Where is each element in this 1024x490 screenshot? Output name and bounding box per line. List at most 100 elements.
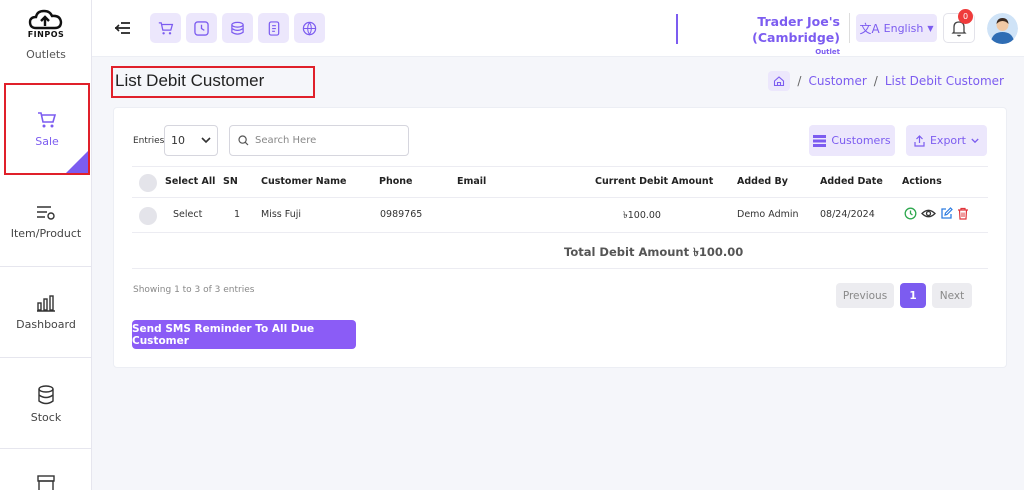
language-select[interactable]: 文A English ▼ [856, 14, 937, 42]
cell-customer-name: Miss Fuji [261, 209, 301, 220]
history-clock-icon[interactable] [904, 207, 917, 220]
col-added-date: Added Date [820, 176, 883, 187]
debit-customer-card: Entries 10 Customers Export Select All S… [113, 107, 1007, 368]
notification-badge: 0 [958, 9, 973, 24]
send-sms-reminder-button[interactable]: Send SMS Reminder To All Due Customer [132, 320, 356, 349]
cell-added-date: 08/24/2024 [820, 209, 875, 220]
col-customer-name: Customer Name [261, 176, 347, 187]
app-logo[interactable]: FINPOS [22, 8, 70, 46]
col-email: Email [457, 176, 487, 187]
home-icon [774, 76, 785, 87]
col-sn: SN [223, 176, 238, 187]
row-select-label: Select [173, 209, 203, 220]
search-box[interactable] [229, 125, 409, 156]
breadcrumb-home[interactable] [768, 71, 791, 91]
table-divider [132, 166, 988, 167]
receipt-icon [268, 20, 279, 36]
store-selector[interactable]: Trader Joe's (Cambridge) Outlet [676, 14, 842, 56]
table-divider [132, 232, 988, 233]
quick-clock-button[interactable] [186, 13, 217, 43]
filter-list-icon [37, 206, 55, 220]
chevron-down-icon [971, 138, 979, 143]
select-all-checkbox[interactable] [139, 174, 157, 192]
view-eye-icon[interactable] [921, 207, 936, 220]
col-select-all: Select All [165, 176, 216, 187]
row-actions [904, 207, 969, 220]
sidebar-item-item-product[interactable]: Item/Product [0, 176, 91, 267]
row-select-checkbox[interactable] [139, 207, 157, 225]
breadcrumb-customer[interactable]: Customer [808, 74, 866, 88]
customers-button[interactable]: Customers [809, 125, 895, 156]
coins-icon [231, 21, 244, 35]
customers-label: Customers [831, 134, 891, 147]
quick-cart-button[interactable] [150, 13, 181, 43]
quick-coins-button[interactable] [222, 13, 253, 43]
breadcrumb: / Customer / List Debit Customer [768, 70, 1004, 92]
cart-icon [158, 21, 173, 34]
sidebar-item-label: Stock [30, 411, 62, 424]
export-label: Export [929, 134, 966, 147]
list-icon [813, 134, 827, 147]
avatar-image [987, 13, 1018, 44]
translate-icon: 文A [859, 21, 880, 36]
quick-receipt-button[interactable] [258, 13, 289, 43]
header-divider [849, 13, 850, 43]
sidebar-item-sale[interactable]: Sale [4, 83, 90, 175]
bar-chart-icon [37, 295, 55, 312]
store-type: Outlet [815, 48, 840, 56]
chevron-down-icon [201, 137, 211, 144]
sidebar-item-dashboard[interactable]: Dashboard [0, 267, 91, 358]
database-icon [38, 385, 54, 405]
sidebar-item-outlets-label[interactable]: Outlets [0, 48, 91, 61]
top-header: Trader Joe's (Cambridge) Outlet 文A Engli… [92, 0, 1024, 57]
pagination-next-button[interactable]: Next [932, 283, 972, 308]
col-current-debit: Current Debit Amount [595, 176, 714, 187]
entries-select[interactable]: 10 [164, 125, 218, 156]
sidebar-item-stock[interactable]: Stock [0, 358, 91, 449]
cell-current-debit: ৳100.00 [623, 210, 661, 221]
cell-phone: 0989765 [380, 209, 423, 220]
sidebar: FINPOS Outlets Sale Item/Product Dashboa… [0, 0, 92, 490]
sidebar-item-label: Dashboard [16, 318, 76, 331]
search-input[interactable] [255, 135, 395, 146]
sidebar-item-label: Sale [35, 135, 59, 148]
search-icon [238, 135, 249, 146]
breadcrumb-separator: / [797, 74, 802, 88]
globe-icon [302, 21, 317, 36]
user-avatar[interactable] [987, 13, 1018, 44]
page-title: List Debit Customer [111, 66, 315, 98]
edit-icon[interactable] [940, 207, 953, 220]
cloud-logo-icon [28, 9, 63, 30]
active-corner [66, 151, 88, 173]
col-phone: Phone [379, 176, 413, 187]
sidebar-toggle-button[interactable] [114, 19, 132, 37]
clock-icon [194, 20, 209, 36]
pagination-previous-button[interactable]: Previous [836, 283, 894, 308]
breadcrumb-separator: / [873, 74, 878, 88]
cell-sn: 1 [234, 209, 241, 220]
language-label: English [883, 21, 924, 35]
sidebar-item-label: Item/Product [10, 227, 82, 240]
table-divider [132, 197, 988, 198]
breadcrumb-current: List Debit Customer [884, 74, 1004, 88]
entries-label: Entries [133, 136, 165, 146]
table-divider [132, 268, 988, 269]
showing-entries-text: Showing 1 to 3 of 3 entries [133, 285, 255, 295]
col-added-by: Added By [737, 176, 788, 187]
logo-text: FINPOS [27, 30, 65, 39]
cart-icon [38, 112, 57, 128]
upload-icon [914, 134, 925, 147]
entries-value: 10 [171, 134, 185, 147]
pagination-page-1[interactable]: 1 [900, 283, 926, 308]
sidebar-item-next[interactable] [0, 449, 91, 490]
delete-trash-icon[interactable] [957, 207, 969, 220]
menu-collapse-icon [114, 22, 130, 34]
archive-icon [37, 475, 55, 490]
store-name: Trader Joe's (Cambridge) [752, 14, 840, 45]
caret-down-icon: ▼ [927, 23, 934, 33]
quick-globe-button[interactable] [294, 13, 325, 43]
export-button[interactable]: Export [906, 125, 987, 156]
col-actions: Actions [902, 176, 942, 187]
cell-added-by: Demo Admin [737, 209, 799, 220]
total-debit-amount: Total Debit Amount ৳100.00 [564, 245, 744, 259]
